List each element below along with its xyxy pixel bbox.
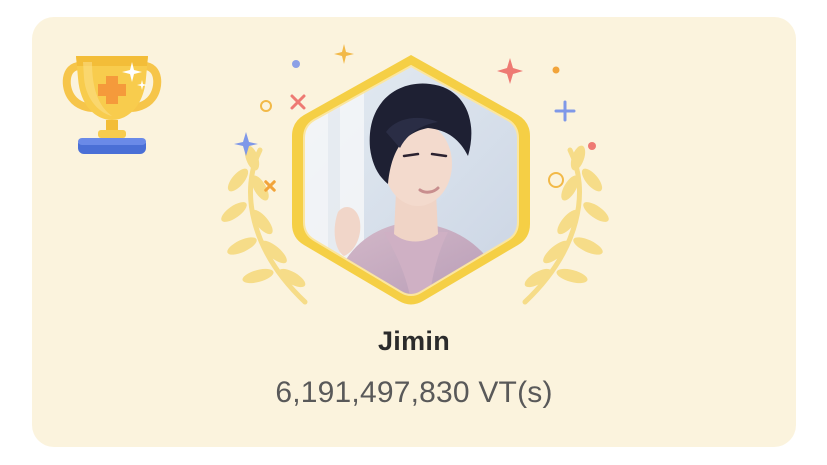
vote-count: 6,191,497,830 VT(s): [275, 376, 553, 409]
hexagon-frame: [292, 55, 530, 305]
trophy-icon: [62, 56, 162, 154]
winner-name: Jimin: [377, 326, 451, 356]
right-laurel: [522, 145, 609, 305]
winner-photo: [288, 52, 534, 308]
